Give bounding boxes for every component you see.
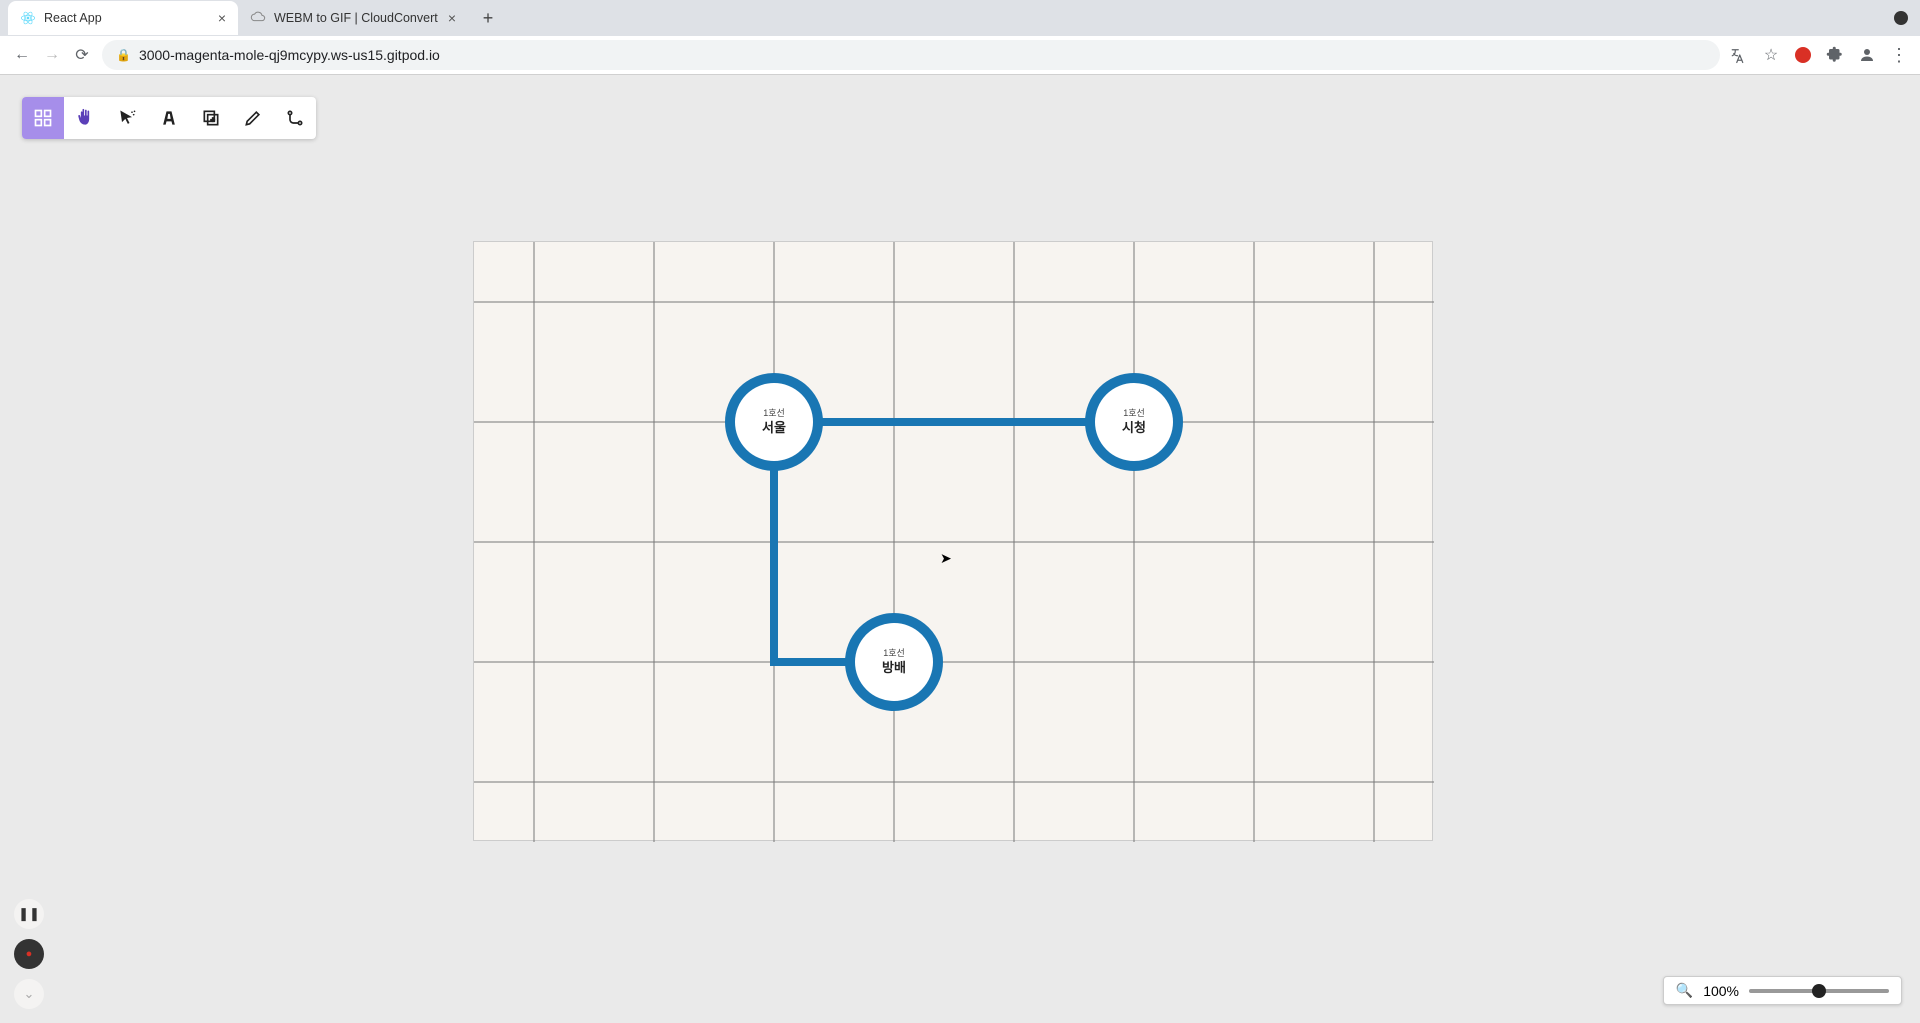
- zoom-control: 🔍 100%: [1663, 976, 1902, 1005]
- translate-icon[interactable]: [1730, 46, 1748, 64]
- record-button[interactable]: ●: [14, 939, 44, 969]
- tab-bar: React App × WEBM to GIF | CloudConvert ×…: [0, 0, 1920, 36]
- canvas-svg: 1호선 서울 1호선 시청 1호선 방배: [474, 242, 1434, 842]
- node-line-label: 1호선: [883, 648, 905, 658]
- profile-icon[interactable]: [1858, 46, 1876, 64]
- add-node-tool[interactable]: [190, 97, 232, 139]
- browser-menu-button[interactable]: ⋮: [1890, 45, 1908, 66]
- back-button[interactable]: ←: [12, 45, 32, 65]
- window-control-icon[interactable]: [1894, 11, 1908, 25]
- grid-lines: [474, 242, 1434, 842]
- node-name: 방배: [882, 660, 906, 675]
- app-viewport: 1호선 서울 1호선 시청 1호선 방배 ➤ 🔍 100% ❚❚ ● ⌄: [0, 75, 1920, 1023]
- browser-chrome: React App × WEBM to GIF | CloudConvert ×…: [0, 0, 1920, 75]
- map-canvas[interactable]: 1호선 서울 1호선 시청 1호선 방배 ➤: [473, 241, 1433, 841]
- close-icon[interactable]: ×: [218, 10, 226, 26]
- reload-button[interactable]: ⟳: [72, 45, 92, 65]
- browser-tab-cloudconvert[interactable]: WEBM to GIF | CloudConvert ×: [238, 1, 468, 35]
- node-name: 서울: [762, 420, 786, 435]
- lock-icon: 🔒: [116, 48, 131, 62]
- grid-tool[interactable]: [22, 97, 64, 139]
- recording-controls: ❚❚ ● ⌄: [14, 899, 44, 1009]
- close-icon[interactable]: ×: [448, 10, 456, 26]
- editor-toolbar: [22, 97, 316, 139]
- pause-button[interactable]: ❚❚: [14, 899, 44, 929]
- cloudconvert-favicon: [250, 10, 266, 26]
- road-tool[interactable]: [148, 97, 190, 139]
- hand-tool[interactable]: [64, 97, 106, 139]
- address-bar: ← → ⟳ 🔒 3000-magenta-mole-qj9mcypy.ws-us…: [0, 36, 1920, 74]
- tab-title: WEBM to GIF | CloudConvert: [274, 11, 440, 25]
- node-name: 시청: [1122, 420, 1146, 435]
- node-sicheong[interactable]: 1호선 시청: [1090, 378, 1178, 466]
- node-line-label: 1호선: [1123, 408, 1145, 418]
- zoom-slider[interactable]: [1749, 989, 1889, 993]
- url-text: 3000-magenta-mole-qj9mcypy.ws-us15.gitpo…: [139, 47, 440, 63]
- extensions-icon[interactable]: [1826, 46, 1844, 64]
- zoom-percent: 100%: [1703, 983, 1739, 999]
- tab-title: React App: [44, 11, 210, 25]
- node-bangbae[interactable]: 1호선 방배: [850, 618, 938, 706]
- edit-tool[interactable]: [232, 97, 274, 139]
- route-tool[interactable]: [274, 97, 316, 139]
- browser-tab-react-app[interactable]: React App ×: [8, 1, 238, 35]
- select-tool[interactable]: [106, 97, 148, 139]
- forward-button[interactable]: →: [42, 45, 62, 65]
- bookmark-icon[interactable]: ☆: [1762, 46, 1780, 64]
- new-tab-button[interactable]: +: [474, 4, 502, 32]
- url-input[interactable]: 🔒 3000-magenta-mole-qj9mcypy.ws-us15.git…: [102, 40, 1720, 70]
- collapse-button[interactable]: ⌄: [14, 979, 44, 1009]
- react-favicon: [20, 10, 36, 26]
- cursor-icon: ➤: [940, 550, 952, 567]
- zoom-thumb[interactable]: [1812, 984, 1826, 998]
- zoom-icon: 🔍: [1676, 982, 1693, 999]
- extension-recording-icon[interactable]: [1794, 46, 1812, 64]
- node-seoul[interactable]: 1호선 서울: [730, 378, 818, 466]
- node-line-label: 1호선: [763, 408, 785, 418]
